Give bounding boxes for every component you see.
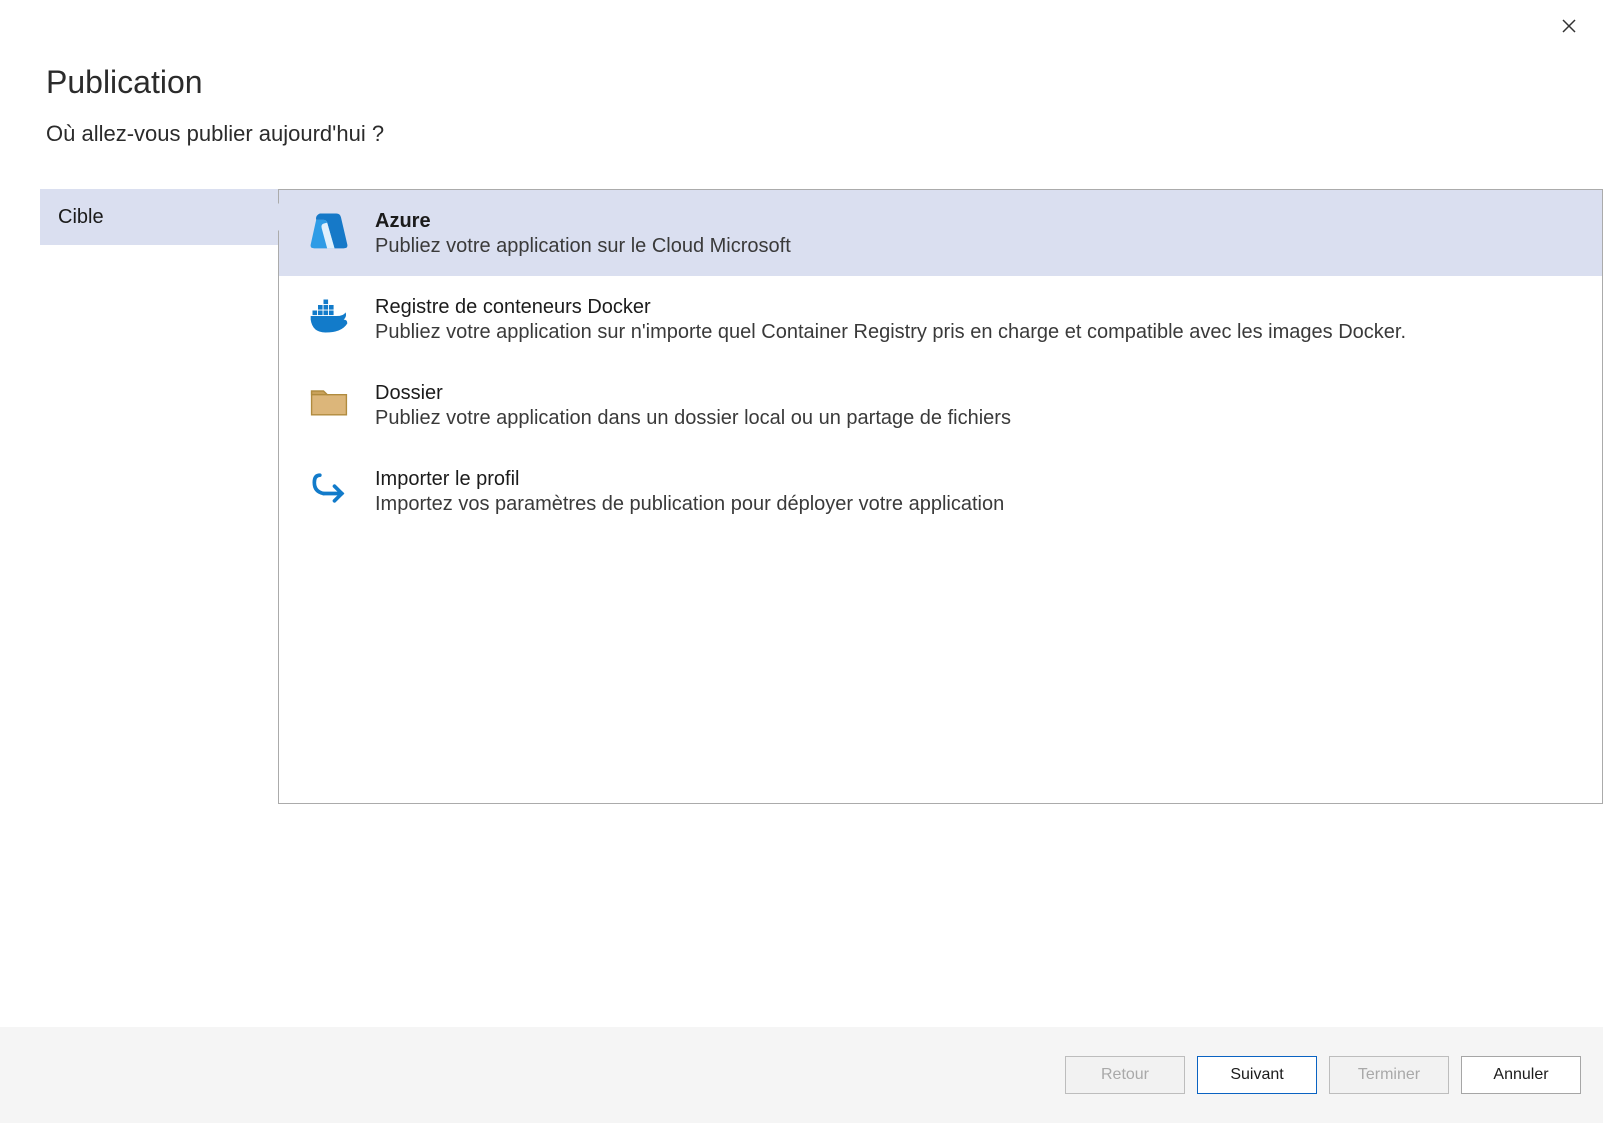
wizard-footer: Retour Suivant Terminer Annuler xyxy=(0,1027,1603,1123)
option-desc: Importez vos paramètres de publication p… xyxy=(375,493,1004,516)
wizard-sidebar: Cible xyxy=(40,189,278,804)
option-desc: Publiez votre application sur n'importe … xyxy=(375,321,1406,344)
option-desc: Publiez votre application dans un dossie… xyxy=(375,407,1011,430)
option-title: Registre de conteneurs Docker xyxy=(375,296,1406,319)
next-button[interactable]: Suivant xyxy=(1197,1056,1317,1094)
back-button: Retour xyxy=(1065,1056,1185,1094)
docker-icon xyxy=(301,294,357,338)
option-title: Dossier xyxy=(375,382,1011,405)
option-title: Azure xyxy=(375,210,791,233)
target-options-panel: Azure Publiez votre application sur le C… xyxy=(278,189,1603,804)
option-title: Importer le profil xyxy=(375,468,1004,491)
page-subtitle: Où allez-vous publier aujourd'hui ? xyxy=(46,121,1557,147)
option-import-profile[interactable]: Importer le profil Importez vos paramètr… xyxy=(279,448,1602,534)
option-azure[interactable]: Azure Publiez votre application sur le C… xyxy=(279,190,1602,276)
sidebar-item-cible[interactable]: Cible xyxy=(40,189,278,245)
close-button[interactable] xyxy=(1557,16,1581,40)
import-icon xyxy=(301,466,357,510)
page-title: Publication xyxy=(46,64,1557,101)
option-folder[interactable]: Dossier Publiez votre application dans u… xyxy=(279,362,1602,448)
cancel-button[interactable]: Annuler xyxy=(1461,1056,1581,1094)
option-desc: Publiez votre application sur le Cloud M… xyxy=(375,235,791,258)
sidebar-item-label: Cible xyxy=(58,206,104,229)
folder-icon xyxy=(301,380,357,424)
close-icon xyxy=(1560,17,1578,40)
option-docker[interactable]: Registre de conteneurs Docker Publiez vo… xyxy=(279,276,1602,362)
finish-button: Terminer xyxy=(1329,1056,1449,1094)
azure-icon xyxy=(301,208,357,252)
